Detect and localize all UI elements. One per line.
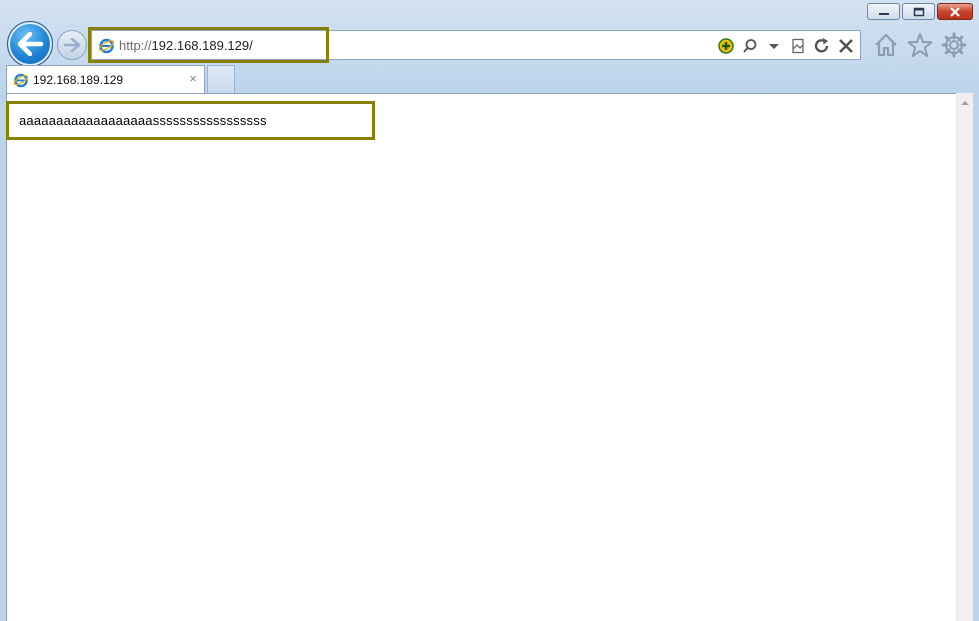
search-dropdown-button[interactable] xyxy=(764,36,784,56)
tab-close-button[interactable]: × xyxy=(186,71,200,86)
browser-window: http://192.168.189.129/ 192.168.189.129 … xyxy=(0,0,979,621)
search-icon xyxy=(743,39,757,53)
scroll-up-button[interactable] xyxy=(957,97,973,109)
ie-logo-icon xyxy=(98,38,115,54)
compatibility-view-button[interactable] xyxy=(788,36,808,56)
page-text: aaaaaaaaaaaaaaaaaasssssssssssssssss xyxy=(19,113,267,128)
command-icons xyxy=(872,31,968,59)
minimize-button[interactable] xyxy=(867,3,900,20)
back-arrow-icon xyxy=(17,32,44,56)
page-content: aaaaaaaaaaaaaaaaaasssssssssssssssss xyxy=(6,93,956,621)
favorites-star-icon xyxy=(907,33,933,57)
forward-arrow-icon xyxy=(63,38,81,52)
refresh-button[interactable] xyxy=(812,36,832,56)
ie-logo-icon xyxy=(13,73,29,88)
add-on-icon xyxy=(718,38,734,54)
stop-icon xyxy=(839,39,853,53)
add-on-button[interactable] xyxy=(716,36,736,56)
chevron-up-icon xyxy=(961,101,969,105)
close-icon xyxy=(950,6,960,17)
window-caption-buttons xyxy=(865,3,973,20)
url-text[interactable]: http://192.168.189.129/ xyxy=(119,38,253,53)
search-button[interactable] xyxy=(740,36,760,56)
forward-button[interactable] xyxy=(57,30,87,60)
close-window-button[interactable] xyxy=(937,3,973,20)
favorites-button[interactable] xyxy=(906,31,934,59)
tools-button[interactable] xyxy=(940,31,968,59)
address-tools xyxy=(716,36,856,56)
restore-button[interactable] xyxy=(902,3,935,20)
restore-icon xyxy=(913,7,924,16)
back-button[interactable] xyxy=(7,21,53,67)
home-button[interactable] xyxy=(872,31,900,59)
new-tab-button[interactable] xyxy=(207,65,235,93)
vertical-scrollbar[interactable] xyxy=(956,93,973,621)
dropdown-chevron-icon xyxy=(769,44,779,49)
url-protocol: http:// xyxy=(119,38,152,53)
tab-active[interactable]: 192.168.189.129 × xyxy=(6,65,205,94)
stop-button[interactable] xyxy=(836,36,856,56)
compatibility-view-icon xyxy=(792,38,804,54)
minimize-icon xyxy=(878,12,889,15)
address-bar[interactable]: http://192.168.189.129/ xyxy=(91,30,861,60)
url-host: 192.168.189.129/ xyxy=(151,38,253,53)
gear-icon xyxy=(941,32,967,58)
home-icon xyxy=(875,33,897,57)
tab-label: 192.168.189.129 xyxy=(33,73,124,87)
refresh-icon xyxy=(814,38,829,53)
